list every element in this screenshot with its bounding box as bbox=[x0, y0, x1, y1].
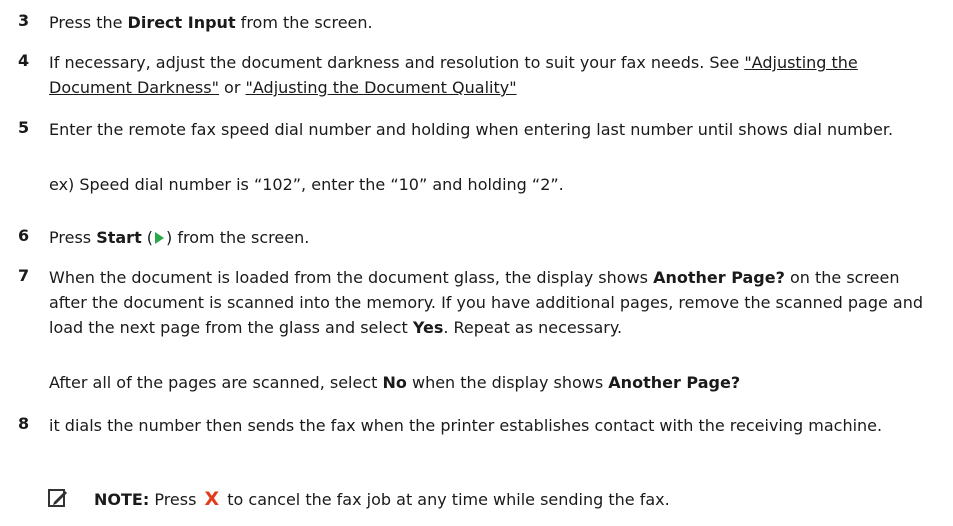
step-7-followup: After all of the pages are scanned, sele… bbox=[49, 370, 929, 395]
step-5-example: ex) Speed dial number is “102”, enter th… bbox=[49, 175, 564, 194]
step-text: Press the Direct Input from the screen. bbox=[49, 10, 929, 35]
note-pencil-icon bbox=[48, 489, 67, 507]
text-run: it dials the number then sends the fax w… bbox=[49, 416, 883, 435]
text-run: ) from the screen. bbox=[166, 228, 310, 247]
text-run: After all of the pages are scanned, sele… bbox=[49, 373, 383, 392]
text-run: Press bbox=[49, 228, 97, 247]
step-text: If necessary, adjust the document darkne… bbox=[49, 50, 929, 100]
bold-term: NOTE: bbox=[94, 490, 150, 509]
step-number: 3 bbox=[18, 11, 30, 30]
bold-term: Direct Input bbox=[127, 13, 236, 32]
text-run: when the display shows bbox=[406, 373, 609, 392]
step-number: 4 bbox=[18, 51, 30, 70]
step-text: Press Start ( ) from the screen. bbox=[49, 225, 929, 250]
text-run: When the document is loaded from the doc… bbox=[49, 268, 654, 287]
text-run: to cancel the fax job at any time while … bbox=[222, 490, 670, 509]
step-number: 6 bbox=[18, 226, 30, 245]
step-text: it dials the number then sends the fax w… bbox=[49, 413, 929, 438]
bold-term: Start bbox=[96, 228, 142, 247]
step-number: 7 bbox=[18, 266, 30, 285]
bold-term: Yes bbox=[412, 318, 444, 337]
text-run: Press bbox=[149, 490, 202, 509]
step-text: When the document is loaded from the doc… bbox=[49, 265, 929, 340]
document-page: 3 Press the Direct Input from the screen… bbox=[0, 0, 953, 526]
text-run: . Repeat as necessary. bbox=[443, 318, 623, 337]
text-run: Enter the remote fax speed dial number a… bbox=[49, 120, 894, 139]
text-run: or bbox=[218, 78, 246, 97]
cross-reference-link[interactable]: "Adjusting the Document Quality" bbox=[246, 78, 517, 97]
start-play-icon bbox=[155, 232, 165, 244]
note-text: NOTE: Press X to cancel the fax job at a… bbox=[94, 487, 670, 512]
bold-term: Another Page? bbox=[653, 268, 785, 287]
step-number: 5 bbox=[18, 118, 30, 137]
bold-term: Another Page? bbox=[608, 373, 741, 392]
cancel-x-icon: X bbox=[204, 488, 220, 510]
text-run: from the screen. bbox=[235, 13, 373, 32]
text-run: Press the bbox=[49, 13, 128, 32]
step-text: Enter the remote fax speed dial number a… bbox=[49, 117, 929, 142]
step-number: 8 bbox=[18, 414, 30, 433]
text-run: ( bbox=[141, 228, 154, 247]
text-run: If necessary, adjust the document darkne… bbox=[49, 53, 745, 72]
bold-term: No bbox=[382, 373, 407, 392]
